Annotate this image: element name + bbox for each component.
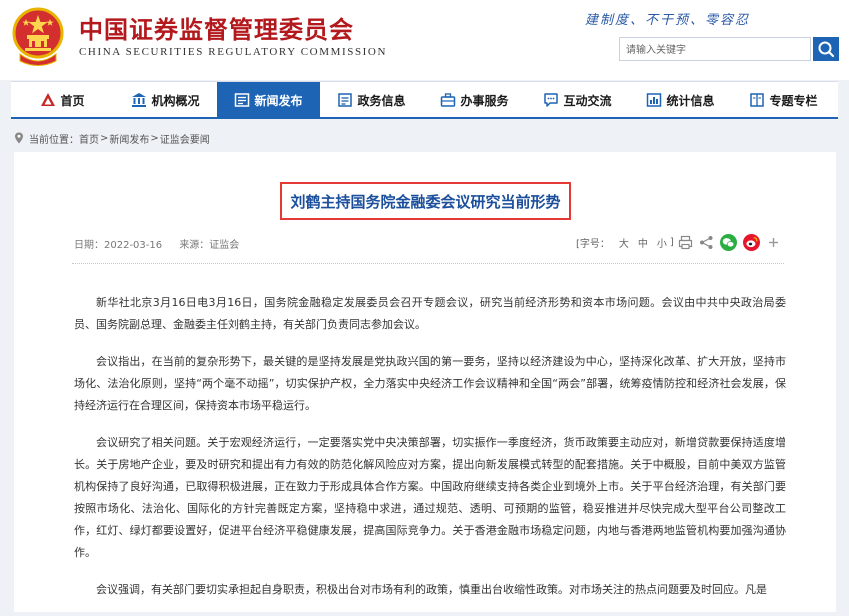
site-header: 中国证券监督管理委员会 CHINA SECURITIES REGULATORY … [0, 0, 849, 80]
chat-icon [544, 93, 559, 107]
search-input[interactable] [620, 39, 812, 62]
slogan: 建制度、不干预、零容忍 [585, 13, 751, 28]
more-share-icon[interactable] [766, 235, 781, 250]
nav-item-home[interactable]: 首页 [11, 82, 114, 118]
nav-label: 机构概况 [151, 93, 200, 108]
news-icon [235, 93, 250, 107]
nav-label: 新闻发布 [254, 93, 303, 108]
article-paragraph: 会议强调，有关部门要切实承担起自身职责，积极出台对市场有利的政策，慎重出台收缩性… [96, 583, 767, 596]
document-icon [338, 93, 353, 107]
nav-label: 政务信息 [357, 93, 406, 108]
nav-item-news[interactable]: 新闻发布 [217, 82, 320, 118]
nav-label: 互动交流 [563, 93, 612, 108]
chart-icon [647, 93, 662, 107]
site-title: 中国证券监督管理委员会 [79, 16, 354, 44]
font-size-small-button[interactable]: 小 [657, 235, 667, 250]
search-button[interactable] [813, 37, 839, 61]
nav-label: 统计信息 [666, 93, 715, 108]
building-icon [132, 93, 147, 107]
home-icon [41, 93, 56, 106]
search-box [619, 37, 812, 62]
nav-label: 首页 [60, 93, 85, 108]
nav-item-statistics[interactable]: 统计信息 [629, 82, 732, 118]
article-body: 新华社北京3月16日电3月16日，国务院金融稳定发展委员会召开专题会议，研究当前… [74, 292, 786, 616]
font-size-large-button[interactable]: 大 [619, 235, 629, 250]
breadcrumb-separator: > [100, 132, 109, 144]
font-size-close: ] [669, 236, 674, 248]
nav-item-services[interactable]: 办事服务 [423, 82, 526, 118]
book-icon [750, 93, 765, 107]
location-pin-icon [15, 132, 23, 144]
article-date: 日期：2022-03-16 [74, 240, 163, 251]
font-size-label: [字号： [576, 238, 610, 250]
nav-item-government-info[interactable]: 政务信息 [320, 82, 423, 118]
weibo-icon[interactable] [742, 233, 760, 251]
article-panel: 刘鹤主持国务院金融委会议研究当前形势 日期：2022-03-16 来源：证监会 … [14, 152, 836, 612]
breadcrumb-link-home[interactable]: 首页 [79, 131, 99, 146]
article-meta: 日期：2022-03-16 来源：证监会 [74, 236, 253, 251]
article-paragraph: 会议研究了相关问题。关于宏观经济运行，一定要落实党中央决策部署，切实振作一季度经… [74, 436, 786, 559]
article-title-highlight: 刘鹤主持国务院金融委会议研究当前形势 [280, 182, 571, 220]
briefcase-icon [441, 93, 456, 107]
print-icon[interactable] [678, 235, 693, 250]
search-icon [818, 41, 835, 58]
article-paragraph: 会议指出，在当前的复杂形势下，最关键的是坚持发展是党执政兴国的第一要务，坚持以经… [74, 355, 786, 412]
national-emblem-icon [12, 7, 64, 66]
share-icon[interactable] [699, 235, 714, 250]
nav-label: 专题专栏 [769, 93, 818, 108]
wechat-icon[interactable] [719, 233, 737, 251]
main-nav: 首页 机构概况 新闻发布 政务信息 办事服务 互动交流 统计信息 专题专栏 [11, 81, 838, 119]
article-tools: [字号： 大 中 小 ] [576, 232, 787, 252]
article-source: 来源：证监会 [179, 240, 240, 251]
meta-divider [72, 263, 784, 264]
nav-item-topics[interactable]: 专题专栏 [732, 82, 835, 118]
nav-item-institution[interactable]: 机构概况 [114, 82, 217, 118]
breadcrumb-separator: > [150, 132, 159, 144]
nav-item-interaction[interactable]: 互动交流 [526, 82, 629, 118]
nav-label: 办事服务 [460, 93, 509, 108]
breadcrumb-link-csrc-news[interactable]: 证监会要闻 [160, 131, 210, 146]
breadcrumb-prefix: 当前位置： [29, 134, 79, 146]
font-size-medium-button[interactable]: 中 [638, 235, 648, 250]
breadcrumb: 当前位置： 首页 > 新闻发布 > 证监会要闻 [14, 130, 210, 146]
article-paragraph: 新华社北京3月16日电3月16日，国务院金融稳定发展委员会召开专题会议，研究当前… [74, 296, 786, 331]
article-title: 刘鹤主持国务院金融委会议研究当前形势 [290, 192, 561, 211]
site-subtitle: CHINA SECURITIES REGULATORY COMMISSION [79, 46, 388, 58]
breadcrumb-link-news[interactable]: 新闻发布 [109, 131, 149, 146]
